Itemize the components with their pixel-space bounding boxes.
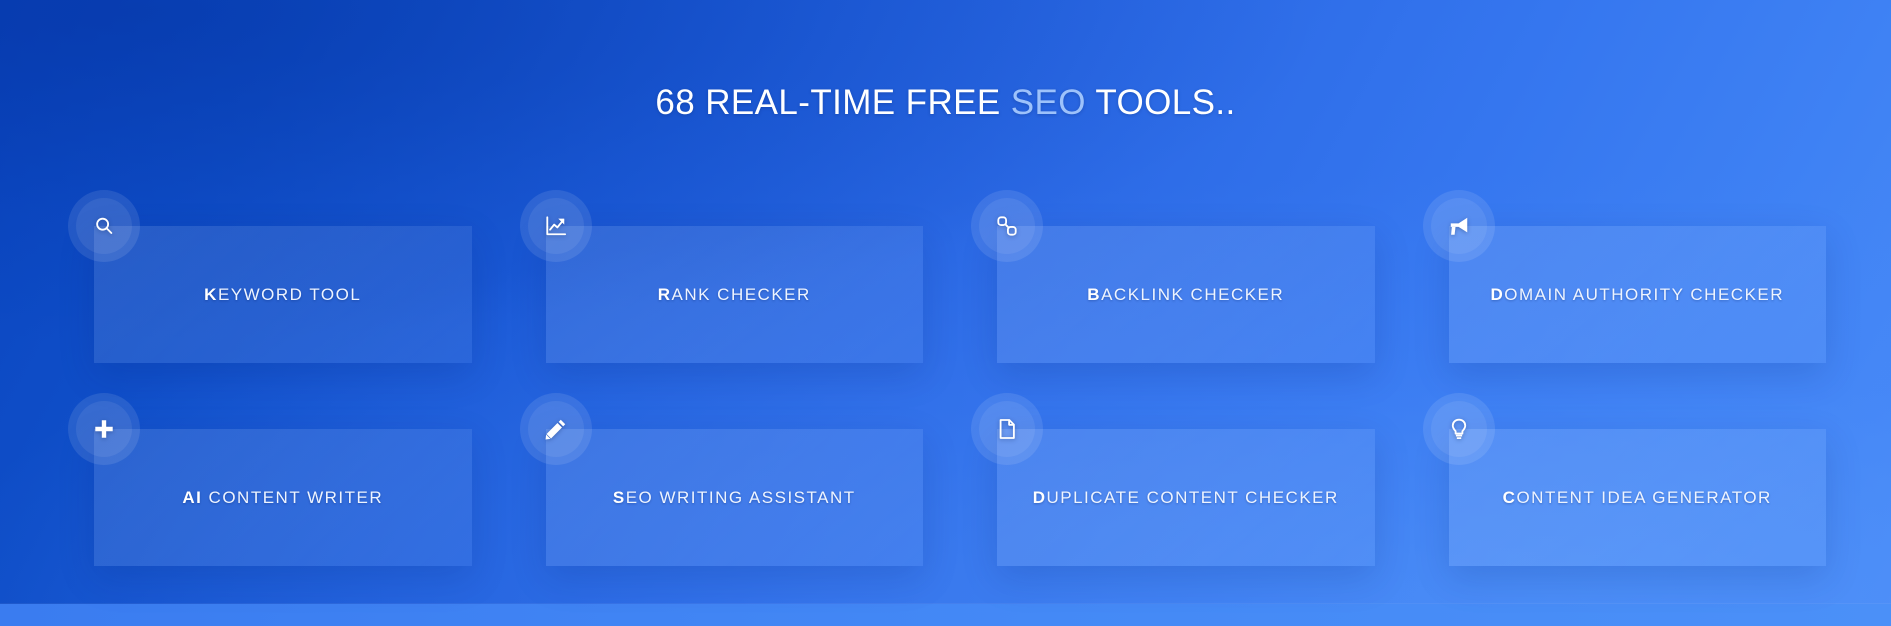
tool-card[interactable]: AI CONTENT WRITER — [94, 429, 472, 566]
tool-card[interactable]: BACKLINK CHECKER — [997, 226, 1375, 363]
tool-card-label: KEYWORD TOOL — [204, 285, 361, 305]
tool-tile-seo-writing-assistant[interactable]: SEO WRITING ASSISTANT — [519, 393, 923, 596]
tool-tile-backlink-checker[interactable]: BACKLINK CHECKER — [971, 190, 1375, 393]
plus-icon[interactable] — [68, 393, 140, 465]
chart-line-up-icon[interactable] — [519, 190, 592, 262]
tool-card-label: BACKLINK CHECKER — [1087, 285, 1284, 305]
tool-label-lead: D — [1490, 284, 1505, 304]
lightbulb-icon[interactable] — [1422, 393, 1495, 465]
tool-card-label: DUPLICATE CONTENT CHECKER — [1033, 488, 1339, 508]
bottom-accent-strip — [0, 604, 1891, 626]
tool-card[interactable]: RANK CHECKER — [545, 226, 923, 363]
pencil-icon[interactable] — [519, 393, 592, 465]
tool-card-label: SEO WRITING ASSISTANT — [613, 488, 856, 508]
tool-tile-duplicate-content-checker[interactable]: DUPLICATE CONTENT CHECKER — [971, 393, 1375, 596]
tool-label-lead: AI — [182, 487, 203, 507]
tool-label-lead: S — [612, 487, 626, 507]
tool-tile-rank-checker[interactable]: RANK CHECKER — [519, 190, 923, 393]
tool-label-lead: C — [1502, 487, 1517, 507]
tool-card[interactable]: DOMAIN AUTHORITY CHECKER — [1448, 226, 1826, 363]
tool-label-lead: R — [657, 284, 672, 304]
page-title-accent: SEO — [1010, 83, 1086, 123]
page-title-before: 68 REAL-TIME FREE — [655, 83, 1011, 123]
page-title-after: TOOLS.. — [1085, 83, 1236, 123]
tool-tile-keyword-tool[interactable]: KEYWORD TOOL — [68, 190, 472, 393]
tool-label-rest: UPLICATE CONTENT CHECKER — [1046, 487, 1339, 507]
tool-card-label: CONTENT IDEA GENERATOR — [1503, 488, 1772, 508]
tool-card[interactable]: DUPLICATE CONTENT CHECKER — [997, 429, 1375, 566]
tool-card-label: DOMAIN AUTHORITY CHECKER — [1490, 285, 1784, 305]
tool-label-rest: EYWORD TOOL — [217, 284, 362, 304]
tool-label-rest: ACKLINK CHECKER — [1101, 284, 1285, 304]
tool-tile-domain-authority-checker[interactable]: DOMAIN AUTHORITY CHECKER — [1422, 190, 1826, 393]
tool-label-rest: OMAIN AUTHORITY CHECKER — [1504, 284, 1785, 304]
tool-card[interactable]: KEYWORD TOOL — [94, 226, 472, 363]
tools-grid: KEYWORD TOOL RANK CHECKER BACKLINK CHECK… — [68, 190, 1826, 596]
tool-tile-content-idea-generator[interactable]: CONTENT IDEA GENERATOR — [1422, 393, 1826, 596]
tool-label-lead: D — [1032, 487, 1047, 507]
tool-card[interactable]: SEO WRITING ASSISTANT — [545, 429, 923, 566]
tool-card-label: AI CONTENT WRITER — [182, 488, 383, 508]
tool-card[interactable]: CONTENT IDEA GENERATOR — [1448, 429, 1826, 566]
megaphone-icon[interactable] — [1422, 190, 1495, 262]
tool-tile-ai-content-writer[interactable]: AI CONTENT WRITER — [68, 393, 472, 596]
tool-label-rest: EO WRITING ASSISTANT — [625, 487, 856, 507]
search-icon[interactable] — [68, 190, 140, 262]
tool-label-lead: K — [204, 284, 218, 304]
tool-label-rest: ANK CHECKER — [671, 284, 811, 304]
page-title: 68 REAL-TIME FREE SEO TOOLS.. — [0, 83, 1891, 123]
tool-label-rest: CONTENT WRITER — [202, 487, 384, 507]
link-chain-icon[interactable] — [971, 190, 1043, 262]
seo-tools-hero-section: 68 REAL-TIME FREE SEO TOOLS.. KEYWORD TO… — [0, 0, 1891, 626]
tool-label-lead: B — [1087, 284, 1102, 304]
document-icon[interactable] — [971, 393, 1043, 465]
tool-card-label: RANK CHECKER — [658, 285, 811, 305]
tool-label-rest: ONTENT IDEA GENERATOR — [1516, 487, 1772, 507]
